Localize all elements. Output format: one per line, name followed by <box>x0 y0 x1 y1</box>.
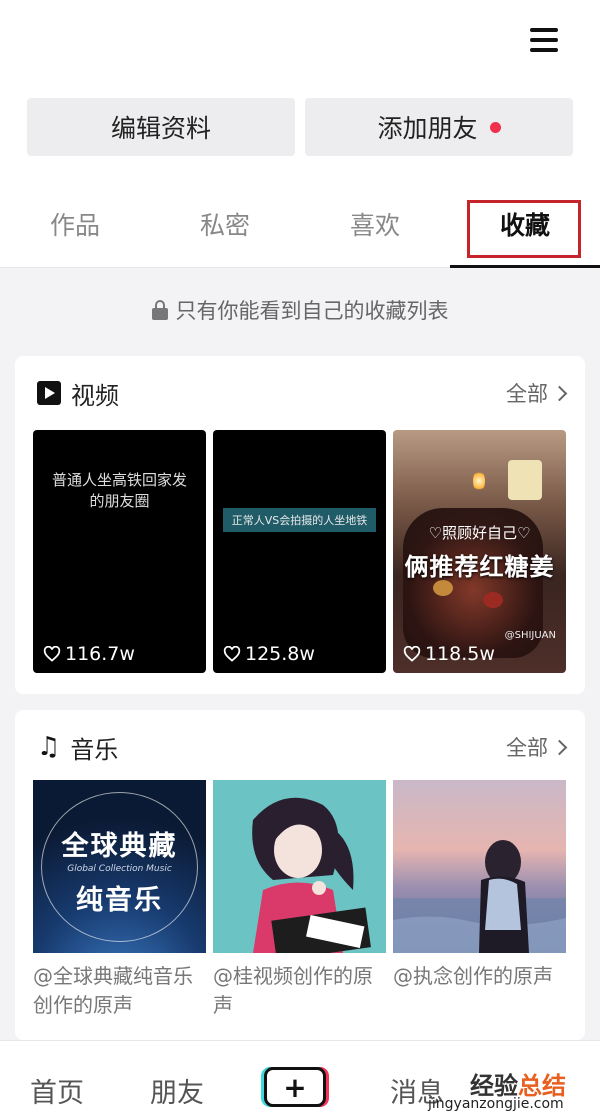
video-section: 视频 全部 普通人坐高铁回家发的朋友圈 116.7w 正常人VS会拍摄的人坐地铁… <box>15 356 585 694</box>
notification-dot <box>489 121 501 133</box>
ginger-slice <box>433 580 453 596</box>
heart-icon <box>223 646 241 662</box>
top-bar <box>0 0 600 88</box>
music-cover[interactable]: 全球典藏 Global Collection Music 纯音乐 <box>33 780 206 953</box>
create-post-button[interactable]: + <box>264 1067 326 1107</box>
music-source-label[interactable]: @桂视频创作的原声 <box>213 962 386 1020</box>
chevron-right-icon <box>551 739 568 755</box>
seaside-girl-photo <box>393 840 566 953</box>
like-count: 118.5w <box>403 643 495 665</box>
flame-image <box>473 470 485 492</box>
video-thumbnail[interactable]: 正常人VS会拍摄的人坐地铁 125.8w <box>213 430 386 673</box>
heart-icon <box>403 646 421 662</box>
music-cover[interactable] <box>213 780 386 953</box>
chevron-right-icon <box>551 385 568 401</box>
nav-home[interactable]: 首页 <box>30 1071 84 1110</box>
music-section-title: 音乐 <box>70 735 119 764</box>
nav-friends[interactable]: 朋友 <box>150 1071 204 1110</box>
video-caption-big: 俩推荐红糖姜 <box>404 553 555 581</box>
video-caption-small: ♡照顾好自己♡ <box>428 524 531 542</box>
music-cover[interactable] <box>393 780 566 953</box>
edit-profile-label: 编辑资料 <box>110 114 211 143</box>
like-count: 116.7w <box>43 643 135 665</box>
privacy-note: 只有你能看到自己的收藏列表 <box>0 290 600 330</box>
music-source-label[interactable]: @执念创作的原声 <box>393 962 566 991</box>
anime-girl-illustration <box>252 797 371 953</box>
add-friends-label: 添加朋友 <box>377 114 478 143</box>
video-caption: 正常人VS会拍摄的人坐地铁 <box>223 508 376 532</box>
video-see-all-link[interactable]: 全部 <box>506 376 568 410</box>
video-section-header: 视频 全部 <box>37 376 568 410</box>
like-count: 125.8w <box>223 643 315 665</box>
add-friends-button[interactable]: 添加朋友 <box>305 98 573 156</box>
video-handle: @SHIJUAN <box>504 630 556 641</box>
heart-icon <box>43 646 61 662</box>
tab-likes[interactable]: 喜欢 <box>300 204 450 244</box>
music-see-all-link[interactable]: 全部 <box>506 730 568 764</box>
music-section: ♫ 音乐 全部 全球典藏 Global Collection Music 纯音乐 <box>15 710 585 1040</box>
privacy-note-text: 只有你能看到自己的收藏列表 <box>175 299 449 323</box>
cover-subtitle: Global Collection Music <box>67 864 172 874</box>
candle-image <box>508 460 542 500</box>
music-note-icon: ♫ <box>37 732 61 762</box>
music-source-label[interactable]: @全球典藏纯音乐创作的原声 <box>33 962 206 1020</box>
cover-title: 全球典藏 <box>61 831 178 862</box>
video-caption: 普通人坐高铁回家发的朋友圈 <box>51 471 187 510</box>
tab-highlight-box <box>467 200 581 258</box>
video-thumbnail[interactable]: ♡照顾好自己♡ 俩推荐红糖姜 @SHIJUAN 118.5w <box>393 430 566 673</box>
video-section-title: 视频 <box>71 381 119 410</box>
like-count-value: 125.8w <box>245 643 315 665</box>
tab-works[interactable]: 作品 <box>0 204 150 244</box>
video-see-all-label: 全部 <box>506 382 548 406</box>
edit-profile-button[interactable]: 编辑资料 <box>27 98 295 156</box>
video-play-icon <box>37 381 61 405</box>
cover-title-2: 纯音乐 <box>76 885 163 916</box>
lock-icon <box>151 300 168 320</box>
like-count-value: 118.5w <box>425 643 495 665</box>
tab-private[interactable]: 私密 <box>150 204 300 244</box>
music-section-header: ♫ 音乐 全部 <box>37 730 568 764</box>
site-watermark: 经验总结 jingyanzongjie.com <box>424 1066 600 1117</box>
date-fruit <box>483 592 503 608</box>
like-count-value: 116.7w <box>65 643 135 665</box>
watermark-url: jingyanzongjie.com <box>428 1096 564 1112</box>
video-thumbnail[interactable]: 普通人坐高铁回家发的朋友圈 116.7w <box>33 430 206 673</box>
active-tab-indicator <box>450 265 600 268</box>
music-see-all-label: 全部 <box>506 736 548 760</box>
hamburger-menu-icon[interactable] <box>530 28 558 52</box>
profile-actions: 编辑资料 添加朋友 <box>0 88 600 176</box>
